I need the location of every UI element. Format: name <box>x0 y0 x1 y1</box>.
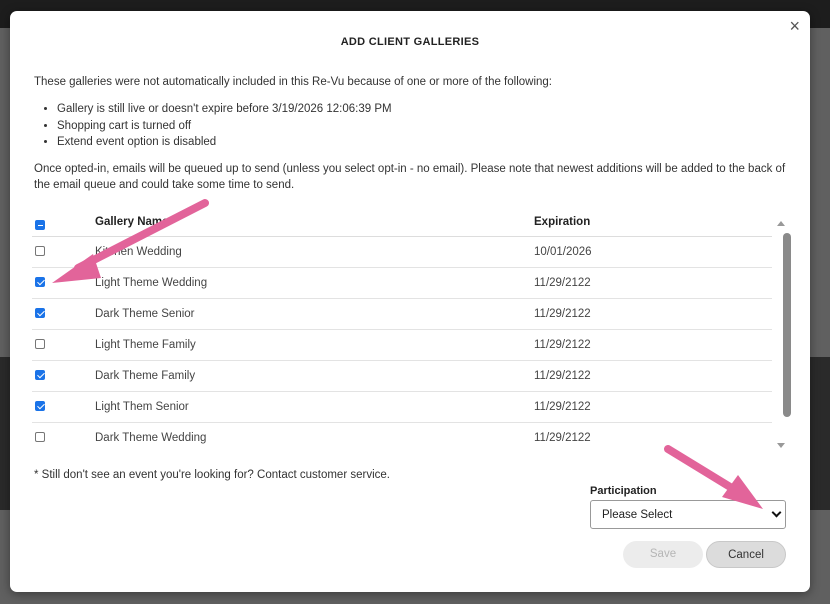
scroll-down-icon[interactable] <box>777 443 785 448</box>
table-row[interactable]: Dark Theme Family 11/29/2122 <box>32 361 772 392</box>
reasons-list: Gallery is still live or doesn't expire … <box>57 101 392 151</box>
gallery-name: Dark Theme Senior <box>95 308 195 320</box>
gallery-name: Dark Theme Wedding <box>95 432 207 444</box>
table-row[interactable]: Light Theme Family 11/29/2122 <box>32 330 772 361</box>
table-row[interactable]: Dark Theme Senior 11/29/2122 <box>32 299 772 330</box>
intro-text: These galleries were not automatically i… <box>34 76 552 88</box>
chevron-down-icon[interactable] <box>771 507 782 518</box>
reason-item: Shopping cart is turned off <box>57 118 392 135</box>
gallery-name: Light Theme Wedding <box>95 277 208 289</box>
gallery-name: Kitchen Wedding <box>95 246 182 258</box>
gallery-expiration: 11/29/2122 <box>534 308 591 320</box>
opt-in-note: Once opted-in, emails will be queued up … <box>34 163 786 191</box>
scrollbar-thumb[interactable] <box>783 233 791 417</box>
close-icon[interactable]: × <box>789 17 800 35</box>
gallery-expiration: 10/01/2026 <box>534 246 592 258</box>
row-checkbox[interactable] <box>35 246 45 256</box>
row-checkbox[interactable] <box>35 401 45 411</box>
reason-item: Extend event option is disabled <box>57 134 392 151</box>
gallery-expiration: 11/29/2122 <box>534 339 591 351</box>
row-checkbox[interactable] <box>35 308 45 318</box>
scroll-up-icon[interactable] <box>777 221 785 226</box>
gallery-expiration: 11/29/2122 <box>534 277 591 289</box>
reason-item: Gallery is still live or doesn't expire … <box>57 101 392 118</box>
gallery-name: Light Theme Family <box>95 339 196 351</box>
footnote: * Still don't see an event you're lookin… <box>34 469 390 481</box>
gallery-expiration: 11/29/2122 <box>534 370 591 382</box>
participation-select[interactable]: Please Select <box>590 500 786 529</box>
row-checkbox[interactable] <box>35 370 45 380</box>
gallery-expiration: 11/29/2122 <box>534 432 591 444</box>
table-row[interactable]: Light Them Senior 11/29/2122 <box>32 392 772 423</box>
row-checkbox[interactable] <box>35 277 45 287</box>
gallery-name: Dark Theme Family <box>95 370 196 382</box>
table-scrollbar[interactable] <box>773 211 791 448</box>
table-row[interactable]: Dark Theme Wedding 11/29/2122 <box>32 423 772 448</box>
save-button[interactable]: Save <box>623 541 703 568</box>
table-row[interactable]: Kitchen Wedding 10/01/2026 <box>32 237 772 268</box>
gallery-name: Light Them Senior <box>95 401 189 413</box>
participation-selected-value: Please Select <box>602 509 673 521</box>
table-row[interactable]: Light Theme Wedding 11/29/2122 <box>32 268 772 299</box>
select-all-checkbox[interactable] <box>35 220 45 230</box>
add-client-galleries-modal: × ADD CLIENT GALLERIES These galleries w… <box>10 11 810 592</box>
modal-title: ADD CLIENT GALLERIES <box>340 36 480 48</box>
column-header-expiration[interactable]: Expiration <box>534 216 590 228</box>
galleries-table: Gallery Name Expiration Kitchen Wedding … <box>32 211 793 448</box>
row-checkbox[interactable] <box>35 432 45 442</box>
gallery-expiration: 11/29/2122 <box>534 401 591 413</box>
cancel-button[interactable]: Cancel <box>706 541 786 568</box>
row-checkbox[interactable] <box>35 339 45 349</box>
column-header-gallery-name[interactable]: Gallery Name <box>95 216 169 228</box>
table-header-row: Gallery Name Expiration <box>32 211 772 237</box>
participation-label: Participation <box>590 485 657 497</box>
